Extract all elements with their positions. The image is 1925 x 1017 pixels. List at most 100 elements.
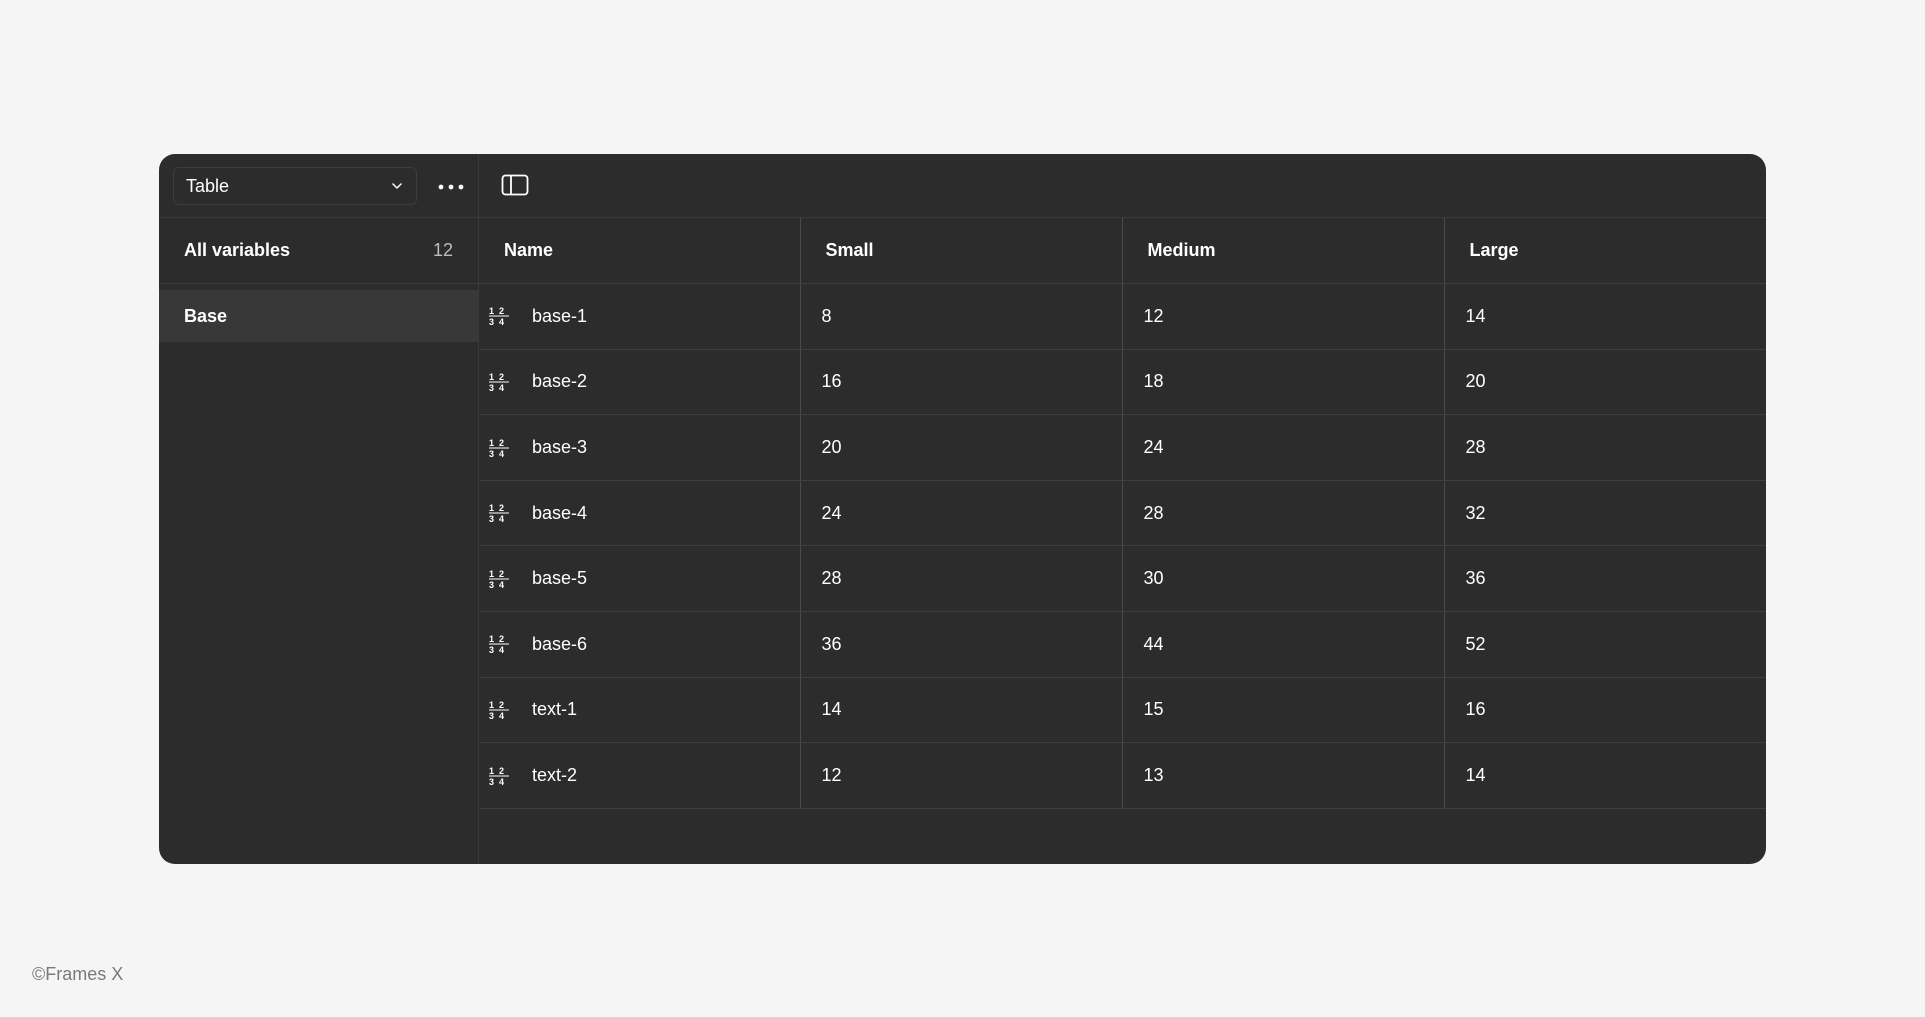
svg-text:2: 2 xyxy=(499,503,504,513)
svg-text:1: 1 xyxy=(489,569,494,579)
svg-text:3: 3 xyxy=(489,449,494,459)
number-variable-icon: 1234 xyxy=(488,502,510,524)
svg-text:4: 4 xyxy=(499,383,504,393)
variable-name-wrapper: 1 2 3 4 text-2 xyxy=(479,765,800,787)
svg-text:2: 2 xyxy=(499,569,504,579)
svg-text:1: 1 xyxy=(489,503,494,513)
variable-name-cell[interactable]: 1 2 3 4 base-3 xyxy=(479,414,801,481)
svg-text:2: 2 xyxy=(499,372,504,382)
value-cell-medium[interactable]: 18 xyxy=(1122,349,1445,416)
svg-text:1: 1 xyxy=(489,634,494,644)
value-cell-large[interactable]: 28 xyxy=(1444,414,1766,481)
table-row[interactable]: 1 2 3 4 base-6 36 44 52 xyxy=(479,611,1766,678)
svg-text:4: 4 xyxy=(499,580,504,590)
variable-name-cell[interactable]: 1 2 3 4 text-1 xyxy=(479,677,801,744)
value-cell-medium[interactable]: 44 xyxy=(1122,611,1445,678)
variable-name-wrapper: 1 2 3 4 text-1 xyxy=(479,699,800,721)
variable-name: base-5 xyxy=(532,568,588,589)
svg-text:4: 4 xyxy=(499,645,504,655)
more-options-button[interactable] xyxy=(433,170,469,202)
svg-text:1: 1 xyxy=(489,372,494,382)
value-cell-small[interactable]: 36 xyxy=(800,611,1123,678)
value-cell-small[interactable]: 16 xyxy=(800,349,1123,416)
variables-panel: Table All variables 12 Base Name Small M… xyxy=(159,154,1766,864)
value-cell-small[interactable]: 20 xyxy=(800,414,1123,481)
more-horizontal-icon xyxy=(438,177,464,195)
value-cell-large[interactable]: 36 xyxy=(1444,545,1766,613)
value-cell-small[interactable]: 14 xyxy=(800,677,1123,744)
sidebar-toggle-button[interactable] xyxy=(501,174,529,198)
svg-text:1: 1 xyxy=(489,438,494,448)
value-cell-small[interactable]: 24 xyxy=(800,480,1123,547)
value-cell-medium[interactable]: 12 xyxy=(1122,283,1445,350)
table-row[interactable]: 1 2 3 4 text-2 12 13 14 xyxy=(479,742,1766,809)
svg-text:2: 2 xyxy=(499,634,504,644)
svg-text:3: 3 xyxy=(489,777,494,787)
number-variable-icon: 1234 xyxy=(488,371,510,393)
svg-text:4: 4 xyxy=(499,449,504,459)
value-cell-large[interactable]: 14 xyxy=(1444,742,1766,809)
value-cell-medium[interactable]: 28 xyxy=(1122,480,1445,547)
value-cell-medium[interactable]: 13 xyxy=(1122,742,1445,809)
table-row[interactable]: 1 2 3 4 text-1 14 15 16 xyxy=(479,677,1766,744)
number-variable-icon: 1234 xyxy=(488,699,510,721)
table-row[interactable]: 1 2 3 4 base-1 8 12 14 xyxy=(479,283,1766,350)
column-header-name: Name xyxy=(479,218,801,285)
number-variable-icon: 1234 xyxy=(488,305,510,327)
variable-name: base-2 xyxy=(532,371,588,392)
svg-text:4: 4 xyxy=(499,317,504,327)
table-row[interactable]: 1 2 3 4 base-5 28 30 36 xyxy=(479,545,1766,613)
variable-name-cell[interactable]: 1 2 3 4 base-5 xyxy=(479,545,801,613)
variable-name-cell[interactable]: 1 2 3 4 base-4 xyxy=(479,480,801,547)
variable-name-cell[interactable]: 1 2 3 4 base-6 xyxy=(479,611,801,678)
variable-name: base-6 xyxy=(532,633,588,654)
svg-text:2: 2 xyxy=(499,306,504,316)
column-header-small: Small xyxy=(800,218,1123,285)
all-variables-item[interactable]: All variables 12 xyxy=(159,218,478,283)
value-cell-large[interactable]: 32 xyxy=(1444,480,1766,547)
sidebar-header: Table xyxy=(159,154,478,218)
chevron-down-icon xyxy=(390,179,404,193)
view-mode-select[interactable]: Table xyxy=(173,167,417,205)
main-toolbar xyxy=(479,154,1766,218)
main-area: Name Small Medium Large 1 2 3 4 base-1 8 12 14 1… xyxy=(479,154,1766,864)
value-cell-large[interactable]: 52 xyxy=(1444,611,1766,678)
svg-text:3: 3 xyxy=(489,645,494,655)
svg-text:1: 1 xyxy=(489,306,494,316)
column-header-medium: Medium xyxy=(1122,218,1445,285)
variable-name-cell[interactable]: 1 2 3 4 base-2 xyxy=(479,349,801,416)
svg-text:3: 3 xyxy=(489,711,494,721)
value-cell-large[interactable]: 16 xyxy=(1444,677,1766,744)
svg-text:3: 3 xyxy=(489,317,494,327)
view-mode-value: Table xyxy=(186,175,230,196)
value-cell-large[interactable]: 20 xyxy=(1444,349,1766,416)
value-cell-medium[interactable]: 24 xyxy=(1122,414,1445,481)
svg-text:4: 4 xyxy=(499,777,504,787)
variables-table: Name Small Medium Large 1 2 3 4 base-1 8 12 14 1… xyxy=(479,218,1766,809)
variable-name: base-3 xyxy=(532,437,588,458)
sidebar-item-base[interactable]: Base xyxy=(159,290,478,342)
svg-text:2: 2 xyxy=(499,766,504,776)
variable-name-wrapper: 1 2 3 4 base-3 xyxy=(479,437,800,459)
variable-name-cell[interactable]: 1 2 3 4 text-2 xyxy=(479,742,801,809)
value-cell-medium[interactable]: 30 xyxy=(1122,545,1445,613)
value-cell-small[interactable]: 12 xyxy=(800,742,1123,809)
table-row[interactable]: 1 2 3 4 base-4 24 28 32 xyxy=(479,480,1766,547)
number-variable-icon: 1234 xyxy=(488,633,510,655)
table-header-row: Name Small Medium Large xyxy=(479,218,1766,285)
svg-text:3: 3 xyxy=(489,514,494,524)
sidebar: Table All variables 12 Base xyxy=(159,154,479,864)
value-cell-large[interactable]: 14 xyxy=(1444,283,1766,350)
column-header-large: Large xyxy=(1444,218,1766,285)
variable-name: text-2 xyxy=(532,765,578,786)
variable-name: text-1 xyxy=(532,699,578,720)
table-row[interactable]: 1 2 3 4 base-2 16 18 20 xyxy=(479,349,1766,416)
variable-name-wrapper: 1 2 3 4 base-6 xyxy=(479,633,800,655)
variable-name-wrapper: 1 2 3 4 base-2 xyxy=(479,371,800,393)
value-cell-small[interactable]: 28 xyxy=(800,545,1123,613)
value-cell-small[interactable]: 8 xyxy=(800,283,1123,350)
value-cell-medium[interactable]: 15 xyxy=(1122,677,1445,744)
number-variable-icon: 1234 xyxy=(488,765,510,787)
table-row[interactable]: 1 2 3 4 base-3 20 24 28 xyxy=(479,414,1766,481)
variable-name-cell[interactable]: 1 2 3 4 base-1 xyxy=(479,283,801,350)
